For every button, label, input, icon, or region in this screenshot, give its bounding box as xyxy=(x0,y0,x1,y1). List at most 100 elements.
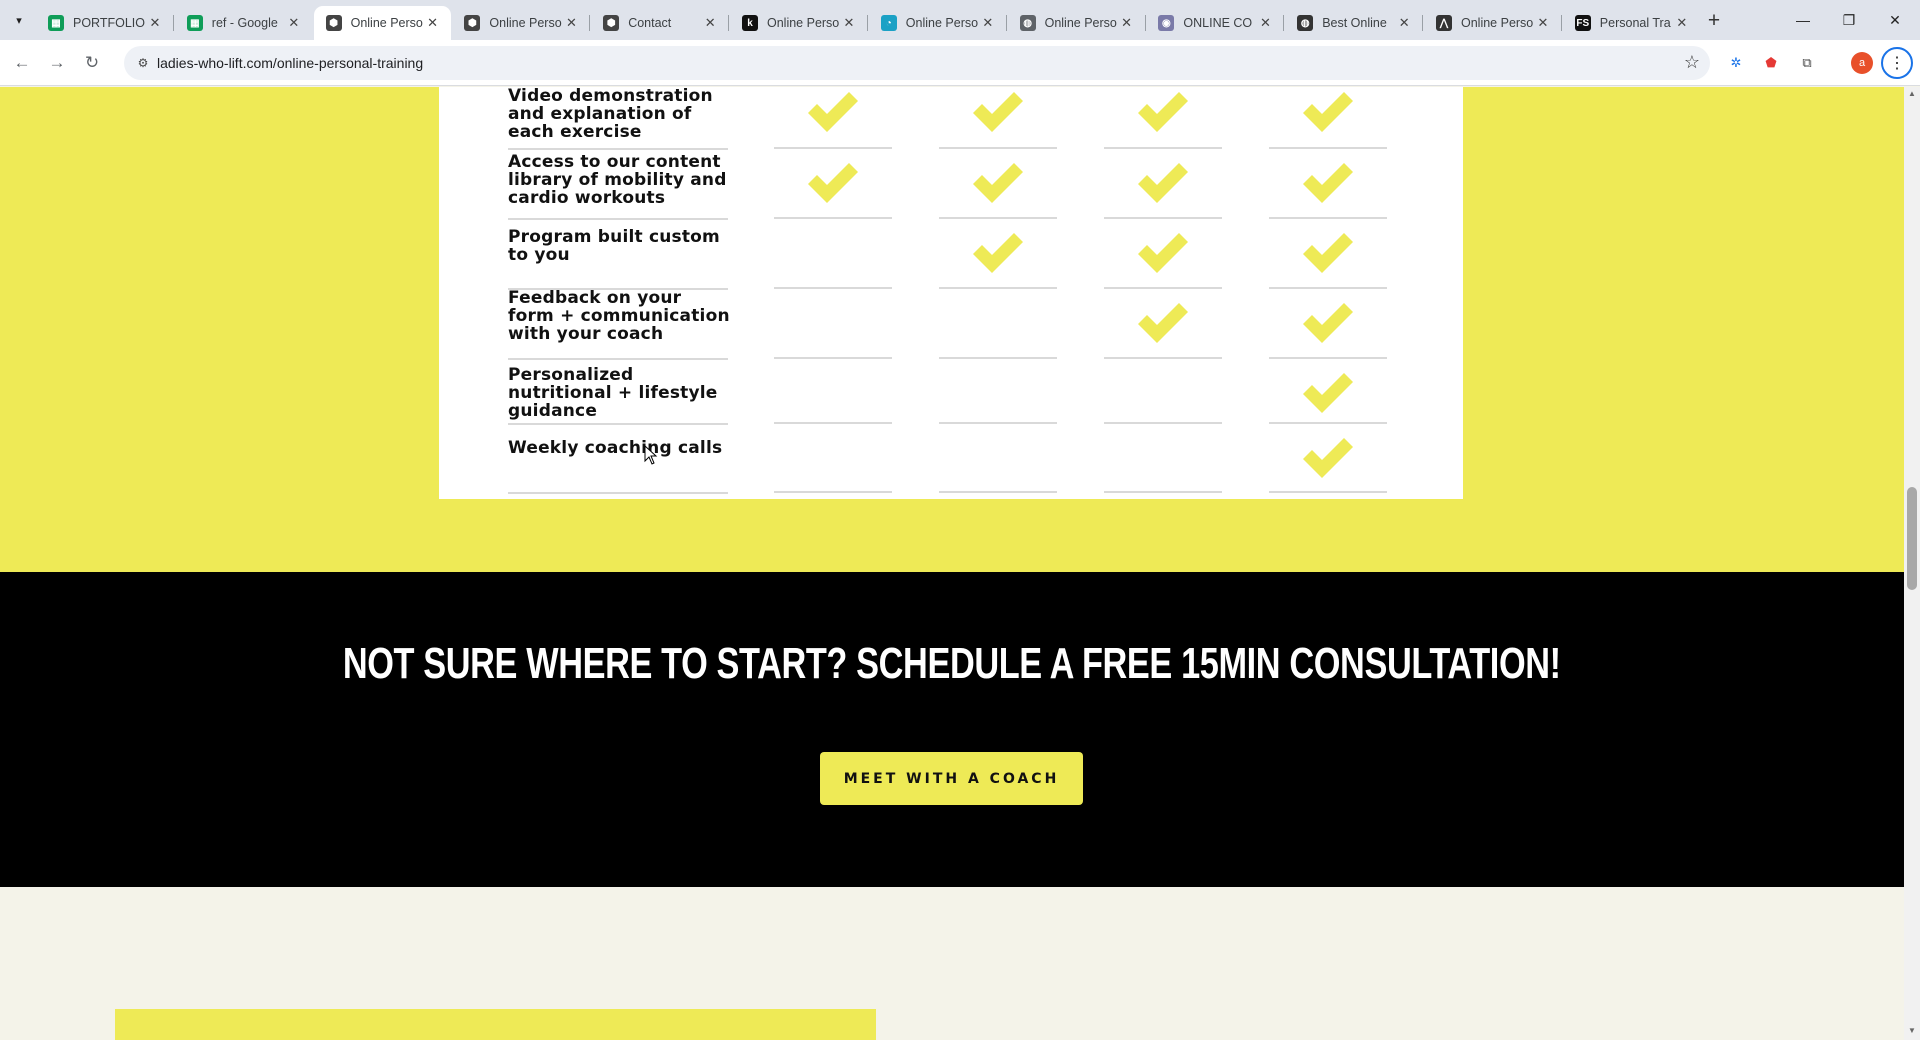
cell-divider xyxy=(939,491,1057,493)
profile-avatar[interactable]: a xyxy=(1851,52,1873,74)
sheets-icon: ▦ xyxy=(48,15,64,31)
tab-search-button[interactable]: ▾ xyxy=(6,8,32,32)
browser-tab[interactable]: ◉ ONLINE CO ✕ xyxy=(1146,6,1283,40)
extension-icon-2[interactable]: ⬟ xyxy=(1760,52,1782,74)
browser-tab[interactable]: ⋀ Online Perso ✕ xyxy=(1424,6,1561,40)
tab-title: Online Perso xyxy=(1044,16,1117,30)
cell-divider xyxy=(1104,491,1222,493)
browser-tab[interactable]: ⬢ Contact ✕ xyxy=(591,6,728,40)
forward-button[interactable]: → xyxy=(43,49,71,77)
cube-icon: ⬢ xyxy=(603,15,620,31)
scroll-up-arrow[interactable]: ▲ xyxy=(1904,89,1920,101)
tab-title: Online Perso xyxy=(1461,16,1534,30)
row-divider xyxy=(508,492,728,494)
page-scrollbar[interactable]: ▲ ▼ xyxy=(1904,87,1920,1040)
sheets-icon: ▦ xyxy=(186,15,203,31)
browser-tab[interactable]: ◔ Online Perso ✕ xyxy=(869,6,1006,40)
feature-label: Feedback on your form + communication wi… xyxy=(508,288,730,344)
mouse-cursor-icon xyxy=(644,445,658,465)
close-tab-icon[interactable]: ✕ xyxy=(1396,15,1412,31)
close-tab-icon[interactable]: ✕ xyxy=(425,15,441,31)
tab-title: Online Perso xyxy=(905,16,979,30)
browser-menu-button[interactable]: ⋮ xyxy=(1881,47,1913,79)
cell-divider xyxy=(774,287,892,289)
close-tab-icon[interactable]: ✕ xyxy=(147,15,163,31)
tab-title: Personal Tra xyxy=(1599,16,1671,30)
close-tab-icon[interactable]: ✕ xyxy=(563,15,579,31)
checkmark-icon xyxy=(808,163,858,203)
tab-title: PORTFOLIO · xyxy=(73,16,147,30)
close-window-button[interactable]: ✕ xyxy=(1872,0,1918,40)
pricing-comparison-section: Video demonstration and explanation of e… xyxy=(0,87,1904,572)
minimize-button[interactable]: — xyxy=(1780,0,1826,40)
extension-icon-1[interactable]: ✲ xyxy=(1725,52,1747,74)
url-text[interactable]: ladies-who-lift.com/online-personal-trai… xyxy=(157,55,423,71)
globe-icon: ◍ xyxy=(1297,15,1314,31)
feature-label: Access to our content library of mobilit… xyxy=(508,152,727,208)
close-tab-icon[interactable]: ✕ xyxy=(286,15,302,31)
cell-divider xyxy=(774,491,892,493)
feature-row: Personalized nutritional + lifestyle gui… xyxy=(439,360,1463,425)
browser-tab[interactable]: ▦ ref - Google ✕ xyxy=(175,6,312,40)
circle-logo-icon: ◉ xyxy=(1158,15,1175,31)
checkmark-icon xyxy=(1303,233,1353,273)
close-tab-icon[interactable]: ✕ xyxy=(1257,15,1273,31)
checkmark-icon xyxy=(1138,92,1188,132)
reload-button[interactable]: ↻ xyxy=(78,49,106,77)
close-tab-icon[interactable]: ✕ xyxy=(841,15,857,31)
close-tab-icon[interactable]: ✕ xyxy=(1674,15,1690,31)
feature-row: Weekly coaching calls xyxy=(439,425,1463,494)
close-tab-icon[interactable]: ✕ xyxy=(1119,15,1135,31)
cell-divider xyxy=(939,357,1057,359)
cell-divider xyxy=(774,147,892,149)
tab-title: Best Online xyxy=(1322,16,1387,30)
feature-label: Weekly coaching calls xyxy=(508,438,723,458)
extensions-puzzle-icon[interactable]: ⧉ xyxy=(1796,52,1818,74)
cell-divider xyxy=(1269,422,1387,424)
browser-tab[interactable]: ◍ Best Online ✕ xyxy=(1285,6,1422,40)
k-logo-icon: k xyxy=(742,15,758,31)
cell-divider xyxy=(1104,147,1222,149)
bookmark-star-icon[interactable]: ☆ xyxy=(1684,52,1700,73)
consultation-cta-section: NOT SURE WHERE TO START? SCHEDULE A FREE… xyxy=(0,572,1904,887)
cell-divider xyxy=(1104,217,1222,219)
browser-tab[interactable]: k Online Perso ✕ xyxy=(730,6,867,40)
cell-divider xyxy=(1269,287,1387,289)
tab-strip: ▾ ▦ PORTFOLIO · ✕ ▦ ref - Google ✕ ⬢ Online Per… xyxy=(0,0,1920,40)
cell-divider xyxy=(1269,147,1387,149)
feature-label: Video demonstration and explanation of e… xyxy=(508,87,713,142)
browser-toolbar: ← → ↻ ⚙ ladies-who-lift.com/online-perso… xyxy=(0,40,1920,86)
browser-tab[interactable]: ◍ Online Perso ✕ xyxy=(1008,6,1145,40)
scrollbar-thumb[interactable] xyxy=(1907,487,1917,590)
checkmark-icon xyxy=(1303,163,1353,203)
cta-heading: NOT SURE WHERE TO START? SCHEDULE A FREE… xyxy=(342,639,1561,688)
address-bar[interactable]: ⚙ ladies-who-lift.com/online-personal-tr… xyxy=(124,46,1710,80)
cell-divider xyxy=(1104,287,1222,289)
cube-icon: ⬢ xyxy=(464,15,481,31)
tab-title: Contact xyxy=(628,16,672,30)
cell-divider xyxy=(1269,217,1387,219)
checkmark-icon xyxy=(1303,438,1353,478)
cell-divider xyxy=(939,217,1057,219)
new-tab-button[interactable]: + xyxy=(1700,8,1728,34)
back-button[interactable]: ← xyxy=(8,49,36,77)
tab-title: Online Perso xyxy=(767,16,840,30)
close-tab-icon[interactable]: ✕ xyxy=(1535,15,1551,31)
browser-tab[interactable]: FS Personal Tra ✕ xyxy=(1563,6,1700,40)
close-tab-icon[interactable]: ✕ xyxy=(702,15,718,31)
globe-icon: ◍ xyxy=(1019,15,1036,31)
restore-button[interactable]: ❐ xyxy=(1826,0,1872,40)
checkmark-icon xyxy=(1138,303,1188,343)
browser-tab[interactable]: ▦ PORTFOLIO · ✕ xyxy=(36,6,173,40)
checkmark-icon xyxy=(973,233,1023,273)
meet-with-coach-button[interactable]: MEET WITH A COACH xyxy=(820,752,1083,805)
browser-tab[interactable]: ⬢ Online Perso ✕ xyxy=(313,6,451,40)
fs-logo-icon: FS xyxy=(1574,15,1591,31)
site-info-icon[interactable]: ⚙ xyxy=(134,54,152,72)
browser-tab[interactable]: ⬢ Online Perso ✕ xyxy=(452,6,589,40)
scroll-down-arrow[interactable]: ▼ xyxy=(1904,1026,1920,1038)
checkmark-icon xyxy=(808,92,858,132)
cell-divider xyxy=(939,147,1057,149)
close-tab-icon[interactable]: ✕ xyxy=(980,15,996,31)
checkmark-icon xyxy=(1303,373,1353,413)
